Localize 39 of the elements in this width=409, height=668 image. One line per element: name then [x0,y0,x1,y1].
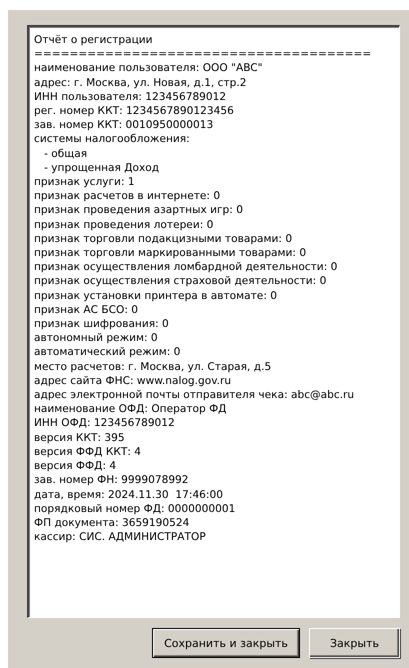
report-line: автономный режим: 0 [34,331,159,346]
report-line: признак проведения азартных игр: 0 [34,203,244,218]
report-line: наименование пользователя: ООО "ABC" [34,61,264,76]
report-line: адрес электронной почты отправителя чека: abc@abc.ru [34,388,356,402]
report-line: признак торговли подакцизными товарами: 0 [34,232,294,246]
report-line: версия ФФД: 4 [34,459,118,474]
report-line: версия ККТ: 395 [34,430,126,445]
report-text-area[interactable] [27,25,400,618]
report-line: признак осуществления страховой деятельности: 0 [34,274,328,289]
report-line: рег. номер ККТ: 1234567890123456 [34,104,235,118]
report-line: - общая [43,146,88,161]
report-line: адрес: г. Москва, ул. Новая, д.1, стр.2 [34,76,248,90]
report-line: - упрощенная Доход [43,160,160,176]
close-button[interactable]: Закрыть [309,628,400,658]
report-line: дата, время: 2024.11.30 17:46:00 [34,488,224,502]
report-line: версия ФФД ККТ: 4 [34,444,142,460]
report-line: место расчетов: г. Москва, ул. Старая, д.5 [34,360,272,374]
report-line: кассир: СИС. АДМИНИСТРАТОР [34,530,207,544]
report-line: автоматический режим: 0 [34,345,182,360]
report-line: признак расчетов в интернете: 0 [34,189,222,204]
report-line: Отчёт о регистрации [34,33,154,48]
report-line: признак услуги: 1 [34,175,136,190]
report-line: признак торговли маркированными товарами: 0 [34,246,308,260]
report-line: признак установки принтера в автомате: 0 [34,288,278,303]
report-line: системы налогообложения: [34,132,191,147]
report-line: порядковый номер ФД: 0000000001 [34,502,236,516]
report-line: ИНН ОФД: 123456789012 [34,416,176,431]
report-line: признак АС БСО: 0 [34,302,140,318]
report-line: ФП документа: 3659190524 [34,516,190,530]
report-line: зав. номер ККТ: 0010950000013 [34,118,214,132]
report-line: адрес сайта ФНС: www.nalog.gov.ru [34,374,232,388]
report-line: признак осуществления ломбардной деятельности: 0 [34,260,338,274]
report-line: ====================================== [34,47,372,62]
report-line: признак проведения лотереи: 0 [34,218,214,232]
report-line: ИНН пользователя: 123456789012 [34,90,228,104]
report-line: зав. номер ФН: 9999078992 [34,473,190,488]
save-and-close-button[interactable]: Сохранить и закрыть [152,628,300,658]
report-line: признак шифрования: 0 [34,317,170,332]
report-line: наименование ОФД: Оператор ФД [34,402,228,416]
